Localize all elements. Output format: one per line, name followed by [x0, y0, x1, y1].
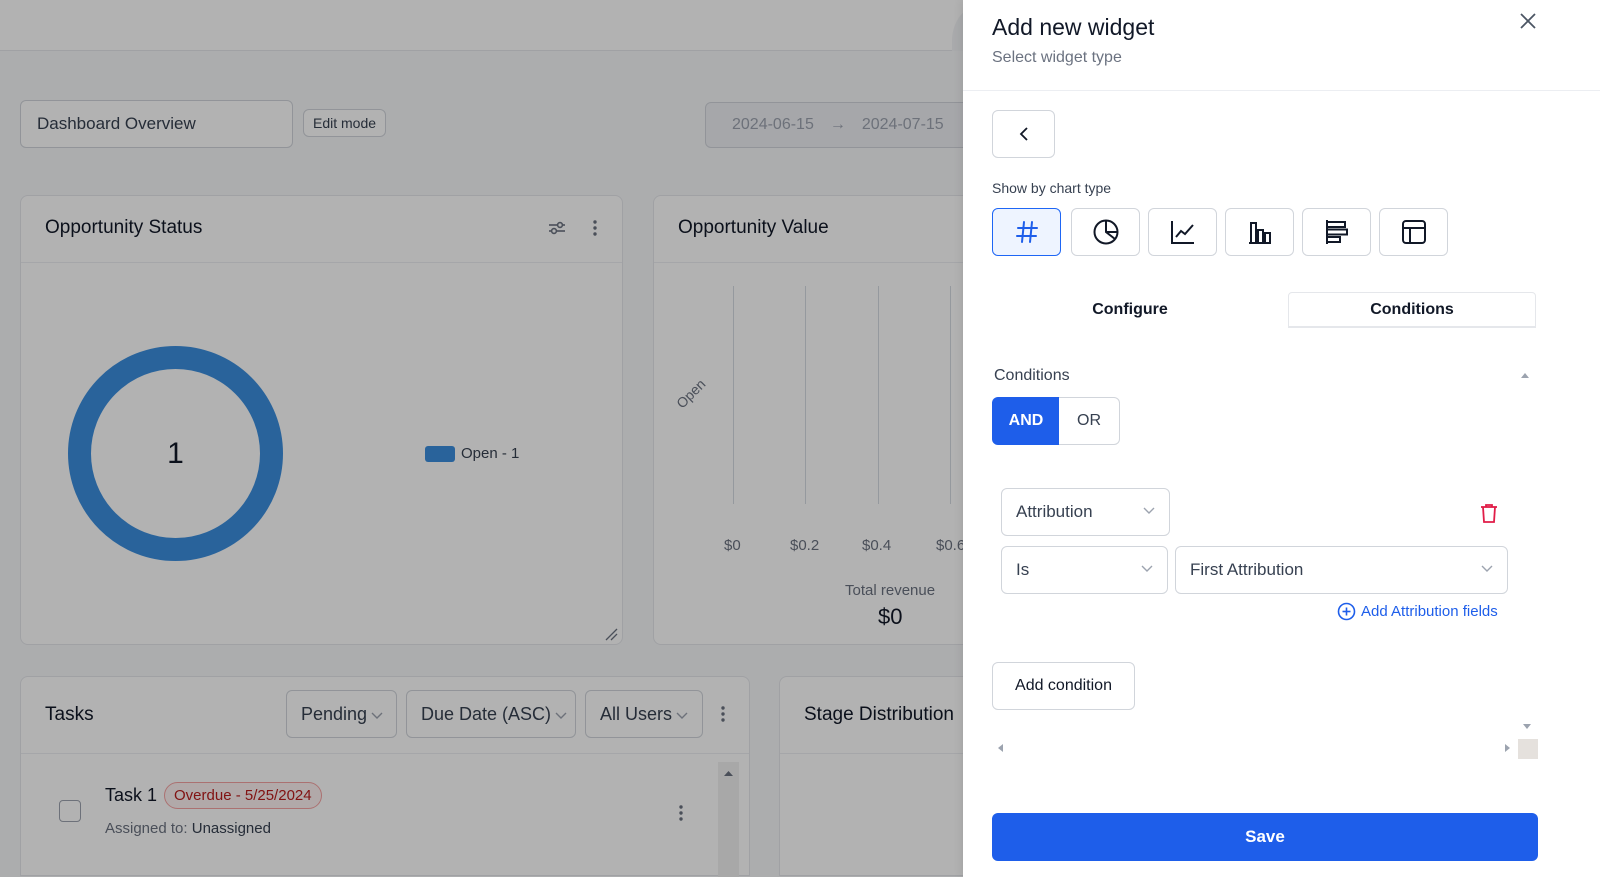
add-attribution-label: Add Attribution fields [1361, 603, 1498, 620]
tab-configure[interactable]: Configure [992, 292, 1268, 328]
pie-chart-icon [1093, 219, 1118, 245]
chevron-down-icon [1481, 565, 1493, 572]
plus-circle-icon [1337, 602, 1356, 621]
add-attribution-fields-link[interactable]: Add Attribution fields [1337, 602, 1498, 621]
chart-type-table-button[interactable] [1379, 208, 1448, 256]
chart-type-pie-button[interactable] [1071, 208, 1140, 256]
condition-value-select[interactable]: First Attribution [1175, 546, 1508, 594]
table-icon [1401, 220, 1426, 244]
condition-field-value: Attribution [1016, 502, 1093, 521]
scroll-left-arrow-icon[interactable] [998, 744, 1003, 752]
chevron-left-icon [1019, 127, 1028, 141]
scroll-right-arrow-icon[interactable] [1505, 744, 1510, 752]
condition-operator-select[interactable]: Is [1001, 546, 1168, 594]
condition-field-select[interactable]: Attribution [1001, 488, 1170, 536]
chart-type-horizontal-bar-button[interactable] [1302, 208, 1371, 256]
logic-or-button[interactable]: OR [1059, 397, 1120, 445]
logic-and-button[interactable]: AND [992, 397, 1060, 445]
tab-conditions[interactable]: Conditions [1288, 292, 1536, 328]
hash-icon [1015, 221, 1038, 243]
delete-condition-icon[interactable] [1478, 502, 1500, 524]
chart-type-bar-button[interactable] [1225, 208, 1294, 256]
conditions-section-title: Conditions [994, 367, 1070, 384]
horizontal-bar-chart-icon [1325, 220, 1348, 244]
save-button[interactable]: Save [992, 813, 1538, 861]
chart-type-number-button[interactable] [992, 208, 1061, 256]
modal-backdrop[interactable] [0, 0, 963, 877]
scrollbar-corner [1518, 739, 1538, 759]
line-chart-icon [1170, 221, 1194, 244]
collapse-caret-icon[interactable] [1521, 373, 1529, 378]
drawer-header-divider [963, 90, 1600, 91]
condition-operator-value: Is [1016, 560, 1030, 579]
chevron-down-icon [1143, 507, 1155, 514]
back-button[interactable] [992, 110, 1055, 158]
bar-chart-icon [1248, 222, 1271, 244]
add-condition-button[interactable]: Add condition [992, 662, 1135, 710]
drawer-title: Add new widget [992, 14, 1155, 40]
chevron-down-icon [1141, 565, 1153, 572]
add-widget-drawer: Add new widget Select widget type Show b… [963, 0, 1600, 877]
scroll-down-arrow-icon[interactable] [1523, 724, 1531, 729]
drawer-subtitle: Select widget type [992, 49, 1122, 66]
close-icon[interactable] [1516, 9, 1540, 33]
condition-value: First Attribution [1190, 560, 1304, 579]
chart-type-line-button[interactable] [1148, 208, 1217, 256]
chart-type-label: Show by chart type [992, 180, 1112, 196]
